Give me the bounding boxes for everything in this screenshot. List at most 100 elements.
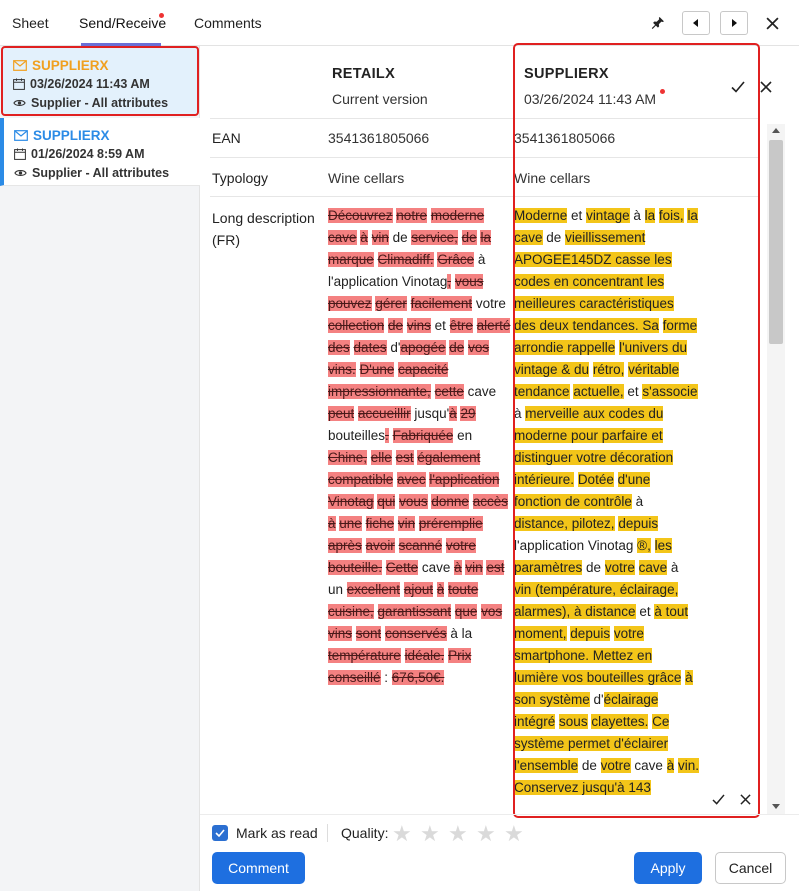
deleted-text: toute — [448, 582, 479, 597]
inserted-text: à tout — [654, 604, 689, 619]
inserted-text: APOGEE145DZ casse les — [514, 252, 672, 267]
accept-all-button[interactable] — [729, 78, 747, 96]
deleted-text: qui — [377, 494, 396, 509]
long-description-supplier-diff: Moderne et vintage à la fois, la cave de… — [514, 205, 699, 813]
scrollbar[interactable] — [767, 124, 785, 814]
deleted-text: température — [328, 648, 401, 663]
inserted-text: moderne pour parfaire et — [514, 428, 663, 443]
deleted-text: vous — [454, 274, 484, 289]
unchanged-text — [373, 604, 378, 619]
check-icon — [711, 793, 725, 805]
deleted-text: vins — [328, 626, 353, 641]
comment-button[interactable]: Comment — [212, 852, 305, 884]
deleted-text: vins — [406, 318, 431, 333]
unchanged-text: à — [631, 494, 644, 509]
mark-as-read-label[interactable]: Mark as read — [236, 825, 318, 841]
deleted-text: que — [454, 604, 478, 619]
quality-label: Quality: — [341, 825, 389, 841]
version-card-selected[interactable]: SUPPLIERX 03/26/2024 11:43 AM Supplier -… — [1, 46, 199, 116]
unchanged-text: : — [380, 670, 392, 685]
close-button[interactable] — [760, 11, 784, 35]
footer-divider — [200, 814, 799, 815]
inserted-text: paramètres — [514, 560, 583, 575]
quality-star-5[interactable]: ★ — [504, 821, 524, 847]
unchanged-text — [361, 516, 366, 531]
apply-button[interactable]: Apply — [634, 852, 702, 884]
version-card[interactable]: SUPPLIERX 01/26/2024 8:59 AM Supplier - … — [0, 118, 200, 186]
deleted-text: dates — [353, 340, 387, 355]
tab-comments[interactable]: Comments — [194, 15, 262, 31]
pin-button[interactable] — [646, 11, 670, 35]
row-label-typology: Typology — [212, 170, 269, 186]
inserted-text: votre — [604, 560, 635, 575]
calendar-icon — [13, 78, 25, 90]
inserted-text: depuis — [618, 516, 659, 531]
deleted-text: vin — [465, 560, 483, 575]
right-column-subtitle: 03/26/2024 11:43 AM — [524, 91, 657, 107]
scroll-down-icon — [772, 804, 780, 809]
quality-star-3[interactable]: ★ — [448, 821, 468, 847]
version-card-name: SUPPLIERX — [33, 127, 110, 143]
deleted-text: compatible — [328, 472, 394, 487]
unchanged-text: de — [388, 230, 412, 245]
reject-field-button[interactable] — [736, 790, 754, 808]
deleted-text: Chine, — [328, 450, 368, 465]
ean-supplier-value: 3541361805066 — [514, 130, 616, 146]
unchanged-text — [355, 362, 360, 377]
close-icon — [739, 793, 751, 805]
unchanged-text: cave — [421, 560, 455, 575]
inserted-text: l'ensemble — [514, 758, 579, 773]
eye-icon — [13, 100, 26, 106]
unchanged-text: à la — [446, 626, 473, 641]
previous-button[interactable] — [682, 11, 710, 35]
reject-all-button[interactable] — [757, 78, 775, 96]
quality-star-2[interactable]: ★ — [420, 821, 440, 847]
unchanged-text: l'application Vinotag — [328, 274, 448, 289]
unchanged-text — [430, 384, 435, 399]
deleted-text: accueillir — [358, 406, 411, 421]
next-button[interactable] — [720, 11, 748, 35]
inserted-text: meilleures caractéristiques — [514, 296, 674, 311]
unchanged-text: et — [430, 318, 450, 333]
unchanged-text — [394, 538, 399, 553]
inserted-text: Dotée — [577, 472, 614, 487]
right-column-title: SUPPLIERX — [524, 66, 609, 82]
deleted-text: est — [486, 560, 505, 575]
tab-send-receive[interactable]: Send/Receive — [79, 15, 166, 31]
inserted-text: Ce — [652, 714, 670, 729]
unchanged-text: en — [453, 428, 473, 443]
inserted-text: intérieure. — [514, 472, 575, 487]
inserted-text: clayettes. — [591, 714, 649, 729]
accept-field-button[interactable] — [709, 790, 727, 808]
deleted-text: fiche — [365, 516, 395, 531]
inserted-text: alarmes), à distance — [514, 604, 636, 619]
caret-left-icon — [693, 19, 698, 27]
mark-as-read-checkbox[interactable] — [212, 825, 228, 841]
unchanged-text: à — [629, 208, 645, 223]
unchanged-text: de — [578, 758, 601, 773]
inserted-text: sous — [559, 714, 588, 729]
tab-sheet[interactable]: Sheet — [12, 15, 49, 31]
unchanged-text — [373, 252, 378, 267]
version-sidebar: SUPPLIERX 03/26/2024 11:43 AM Supplier -… — [0, 46, 200, 891]
deleted-text: Cette — [385, 560, 419, 575]
quality-star-1[interactable]: ★ — [392, 821, 412, 847]
inserted-text: tendance — [514, 384, 570, 399]
typology-current-value: Wine cellars — [328, 170, 405, 186]
unchanged-text: et — [623, 384, 643, 399]
scrollbar-thumb[interactable] — [769, 140, 783, 344]
unchanged-text — [391, 450, 396, 465]
inserted-text: vintage — [586, 208, 630, 223]
deleted-text: donne — [431, 494, 469, 509]
deleted-text: impressionnante, — [328, 384, 431, 399]
deleted-text: Climadiff. — [377, 252, 434, 267]
deleted-text: elle — [370, 450, 392, 465]
deleted-text: idéale. — [404, 648, 445, 663]
unchanged-text: et — [567, 208, 587, 223]
inserted-text: distinguer votre décoration — [514, 450, 674, 465]
quality-star-4[interactable]: ★ — [476, 821, 496, 847]
unchanged-text: bouteilles — [328, 428, 386, 443]
cancel-button[interactable]: Cancel — [715, 852, 786, 884]
deleted-text: vin — [397, 516, 416, 531]
row-divider — [210, 157, 760, 158]
